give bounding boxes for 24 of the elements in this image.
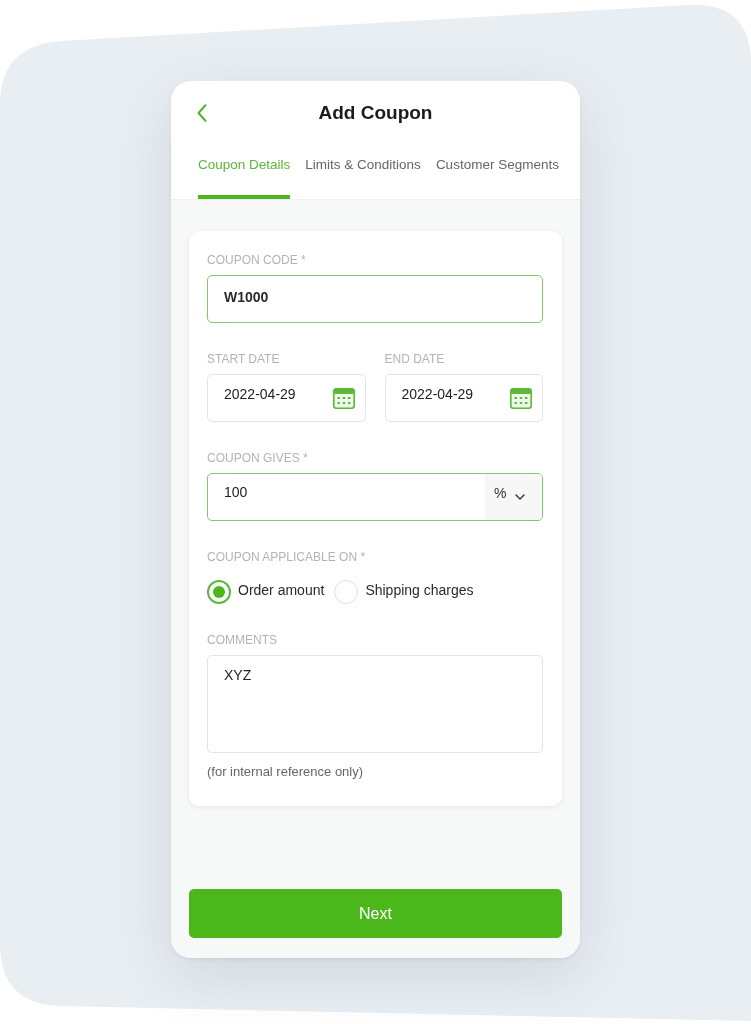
helper-text: (for internal reference only) [207, 763, 365, 781]
field-label: COMMENTS [207, 632, 278, 648]
back-icon [197, 104, 207, 122]
text-field[interactable]: W1000 [207, 275, 543, 323]
date-field[interactable]: 2022-04-29 [384, 374, 543, 422]
field-label: COUPON CODE * [207, 252, 307, 268]
date-field[interactable]: 2022-04-29 [207, 374, 366, 422]
radio-option[interactable]: Order amount [207, 580, 325, 604]
calendar-icon [510, 387, 532, 409]
calendar-icon [332, 387, 355, 409]
field-label: START DATE [207, 351, 281, 367]
chevron-down-icon [515, 494, 526, 500]
back-button[interactable] [197, 104, 207, 122]
tab[interactable]: Customer Segments [435, 140, 559, 199]
field-label: COUPON GIVES * [207, 450, 309, 466]
field-label: COUPON APPLICABLE ON * [207, 549, 367, 565]
comments-field[interactable]: XYZ [207, 655, 543, 753]
radio-button[interactable] [207, 580, 231, 604]
amount-field[interactable]: 100 % [207, 473, 543, 521]
unit-dropdown[interactable]: % [485, 474, 542, 520]
field-label: END DATE [384, 351, 446, 367]
radio-option[interactable]: Shipping charges [334, 580, 474, 604]
tab[interactable]: Limits & Conditions [305, 140, 421, 199]
screen-title: Add Coupon [318, 101, 433, 125]
